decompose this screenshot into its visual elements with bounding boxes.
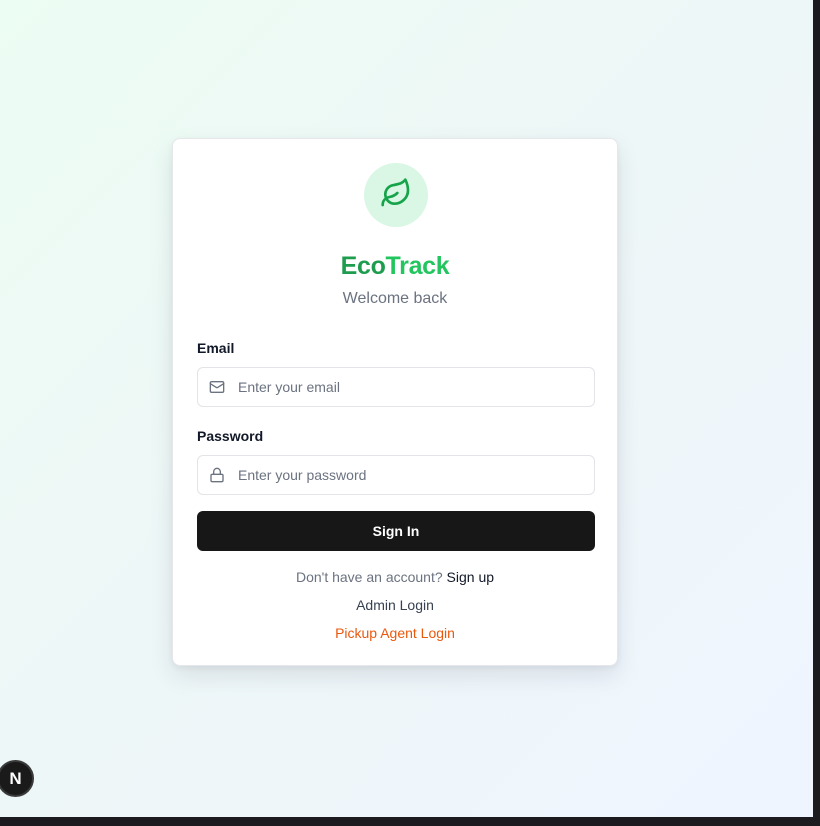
sign-in-button[interactable]: Sign In [197,511,595,551]
email-field-wrapper [197,367,595,407]
leaf-icon [380,177,412,214]
nextjs-badge-label: N [9,768,22,788]
email-label: Email [197,340,235,356]
sign-up-link[interactable]: Sign up [447,569,494,585]
email-input[interactable] [238,379,578,395]
page-background: EcoTrack Welcome back Email Password [0,0,813,817]
password-field-wrapper [197,455,595,495]
nextjs-badge-icon[interactable]: N [0,760,34,797]
welcome-subtitle: Welcome back [342,290,448,307]
mail-icon [209,379,225,395]
lock-icon [209,467,225,483]
logo-badge [364,163,428,227]
brand-title-part1: Eco [340,252,386,280]
login-card: EcoTrack Welcome back Email Password [172,138,618,666]
pickup-agent-login-row: Pickup Agent Login [173,625,617,641]
admin-login-link[interactable]: Admin Login [356,597,434,613]
brand-title: EcoTrack [173,252,617,281]
admin-login-row: Admin Login [173,597,617,613]
password-label: Password [197,428,264,444]
signup-prompt: Don't have an account? [295,569,443,585]
password-input[interactable] [238,467,578,483]
brand-title-part2: Track [385,252,450,280]
pickup-agent-login-link[interactable]: Pickup Agent Login [335,625,455,641]
signup-row: Don't have an account? Sign up [173,569,617,585]
